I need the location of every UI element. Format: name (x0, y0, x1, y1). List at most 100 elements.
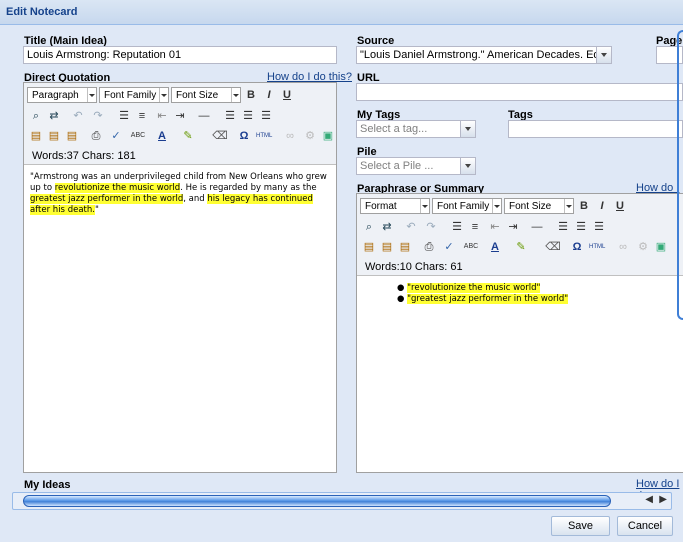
indent-icon[interactable]: ⇥ (172, 108, 188, 124)
align-center-icon[interactable]: ☰ (573, 219, 589, 235)
tags-input[interactable] (508, 120, 683, 138)
strikethrough-icon[interactable]: ABC (130, 128, 146, 144)
html-source-icon[interactable]: HTML (589, 239, 605, 255)
bullet-list-icon[interactable]: ☰ (116, 108, 132, 124)
outdent-icon[interactable]: ⇤ (487, 219, 503, 235)
html-source-icon[interactable]: HTML (256, 128, 272, 144)
chevron-down-icon[interactable] (460, 121, 475, 137)
cancel-button[interactable]: Cancel (617, 516, 673, 536)
undo-icon[interactable]: ↶ (70, 108, 86, 124)
paste-text-icon[interactable]: ▤ (379, 239, 395, 255)
ps-text-area[interactable]: ● "revolutionize the music world" ● "gre… (357, 275, 683, 472)
dq-font-size-select[interactable]: Font Size (171, 87, 241, 103)
spellcheck-icon[interactable]: ✓ (441, 239, 457, 255)
scroll-left-icon[interactable]: ◀ (645, 494, 653, 505)
my-ideas-label: My Ideas (24, 479, 71, 491)
chevron-down-icon (159, 88, 168, 102)
pile-combo[interactable]: Select a Pile ... (356, 157, 476, 175)
outdent-icon[interactable]: ⇤ (154, 108, 170, 124)
dq-font-family-select[interactable]: Font Family (99, 87, 169, 103)
ps-font-size-select[interactable]: Font Size (504, 198, 574, 214)
chevron-down-icon (564, 199, 573, 213)
highlight-color-icon[interactable]: ✎ (180, 128, 196, 144)
save-button[interactable]: Save (551, 516, 610, 536)
underline-button[interactable]: U (612, 198, 628, 214)
dq-word-count: Words:37 Chars: 181 (32, 150, 136, 162)
chevron-down-icon (231, 88, 240, 102)
unlink-icon[interactable]: ⚙ (635, 239, 651, 255)
special-char-icon[interactable]: Ω (569, 239, 585, 255)
image-icon[interactable]: ▣ (653, 239, 669, 255)
chevron-down-icon (492, 199, 501, 213)
paste-word-icon[interactable]: ▤ (64, 128, 80, 144)
dq-text-area[interactable]: "Armstrong was an underprivileged child … (24, 164, 336, 472)
bold-button[interactable]: B (576, 198, 592, 214)
replace-icon[interactable]: ⇄ (46, 108, 62, 124)
chevron-down-icon[interactable] (460, 158, 475, 174)
list-item: ● "revolutionize the music world" (397, 283, 541, 293)
horizontal-rule-icon[interactable]: — (529, 219, 545, 235)
title-input[interactable]: Louis Armstrong: Reputation 01 (23, 46, 337, 64)
ps-format-select[interactable]: Format (360, 198, 430, 214)
my-tags-combo[interactable]: Select a tag... (356, 120, 476, 138)
paste-word-icon[interactable]: ▤ (397, 239, 413, 255)
redo-icon[interactable]: ↷ (90, 108, 106, 124)
dq-format-select[interactable]: Paragraph (27, 87, 97, 103)
replace-icon[interactable]: ⇄ (379, 219, 395, 235)
find-icon[interactable]: ⌕ (361, 219, 377, 235)
chevron-down-icon (420, 199, 429, 213)
font-color-icon[interactable]: A (487, 239, 503, 255)
italic-button[interactable]: I (594, 198, 610, 214)
redo-icon[interactable]: ↷ (423, 219, 439, 235)
highlight: greatest jazz performer in the world (30, 194, 184, 204)
align-center-icon[interactable]: ☰ (240, 108, 256, 124)
paste-icon[interactable]: ▤ (28, 128, 44, 144)
horizontal-scrollbar[interactable]: ◀ ▶ (12, 492, 672, 510)
image-icon[interactable]: ▣ (320, 128, 336, 144)
eraser-icon[interactable]: ⌫ (545, 239, 561, 255)
url-input[interactable] (356, 83, 683, 101)
spellcheck-icon[interactable]: ✓ (108, 128, 124, 144)
align-right-icon[interactable]: ☰ (591, 219, 607, 235)
eraser-icon[interactable]: ⌫ (212, 128, 228, 144)
font-color-icon[interactable]: A (154, 128, 170, 144)
scrollbar-thumb[interactable] (23, 495, 611, 507)
chevron-down-icon[interactable] (596, 47, 611, 63)
pile-placeholder: Select a Pile ... (360, 160, 434, 172)
chevron-down-icon (87, 88, 96, 102)
undo-icon[interactable]: ↶ (403, 219, 419, 235)
ps-font-family-select[interactable]: Font Family (432, 198, 502, 214)
link-icon[interactable]: ∞ (282, 128, 298, 144)
paraphrase-editor: Format Font Family Font Size B I U ⌕ ⇄ ↶… (356, 193, 683, 473)
strikethrough-icon[interactable]: ABC (463, 239, 479, 255)
vertical-scrollbar[interactable] (677, 30, 683, 320)
ps-word-count: Words:10 Chars: 61 (365, 261, 463, 273)
link-icon[interactable]: ∞ (615, 239, 631, 255)
source-value: "Louis Daniel Armstrong." American Decad… (360, 49, 596, 61)
italic-button[interactable]: I (261, 87, 277, 103)
window-titlebar: Edit Notecard (0, 0, 683, 25)
bold-button[interactable]: B (243, 87, 259, 103)
bullet-list-icon[interactable]: ☰ (449, 219, 465, 235)
paste-text-icon[interactable]: ▤ (46, 128, 62, 144)
direct-quotation-editor: Paragraph Font Family Font Size B I U ⌕ … (23, 82, 337, 473)
print-icon[interactable]: ⎙ (88, 128, 104, 144)
indent-icon[interactable]: ⇥ (505, 219, 521, 235)
source-combo[interactable]: "Louis Daniel Armstrong." American Decad… (356, 46, 612, 64)
align-left-icon[interactable]: ☰ (222, 108, 238, 124)
print-icon[interactable]: ⎙ (421, 239, 437, 255)
highlight-color-icon[interactable]: ✎ (513, 239, 529, 255)
numbered-list-icon[interactable]: ≡ (467, 219, 483, 235)
horizontal-rule-icon[interactable]: — (196, 108, 212, 124)
highlight: revolutionize the music world (54, 183, 181, 193)
scroll-right-icon[interactable]: ▶ (659, 494, 667, 505)
paste-icon[interactable]: ▤ (361, 239, 377, 255)
align-left-icon[interactable]: ☰ (555, 219, 571, 235)
unlink-icon[interactable]: ⚙ (302, 128, 318, 144)
special-char-icon[interactable]: Ω (236, 128, 252, 144)
find-icon[interactable]: ⌕ (28, 108, 44, 124)
list-item: ● "greatest jazz performer in the world" (397, 294, 569, 304)
numbered-list-icon[interactable]: ≡ (134, 108, 150, 124)
underline-button[interactable]: U (279, 87, 295, 103)
align-right-icon[interactable]: ☰ (258, 108, 274, 124)
